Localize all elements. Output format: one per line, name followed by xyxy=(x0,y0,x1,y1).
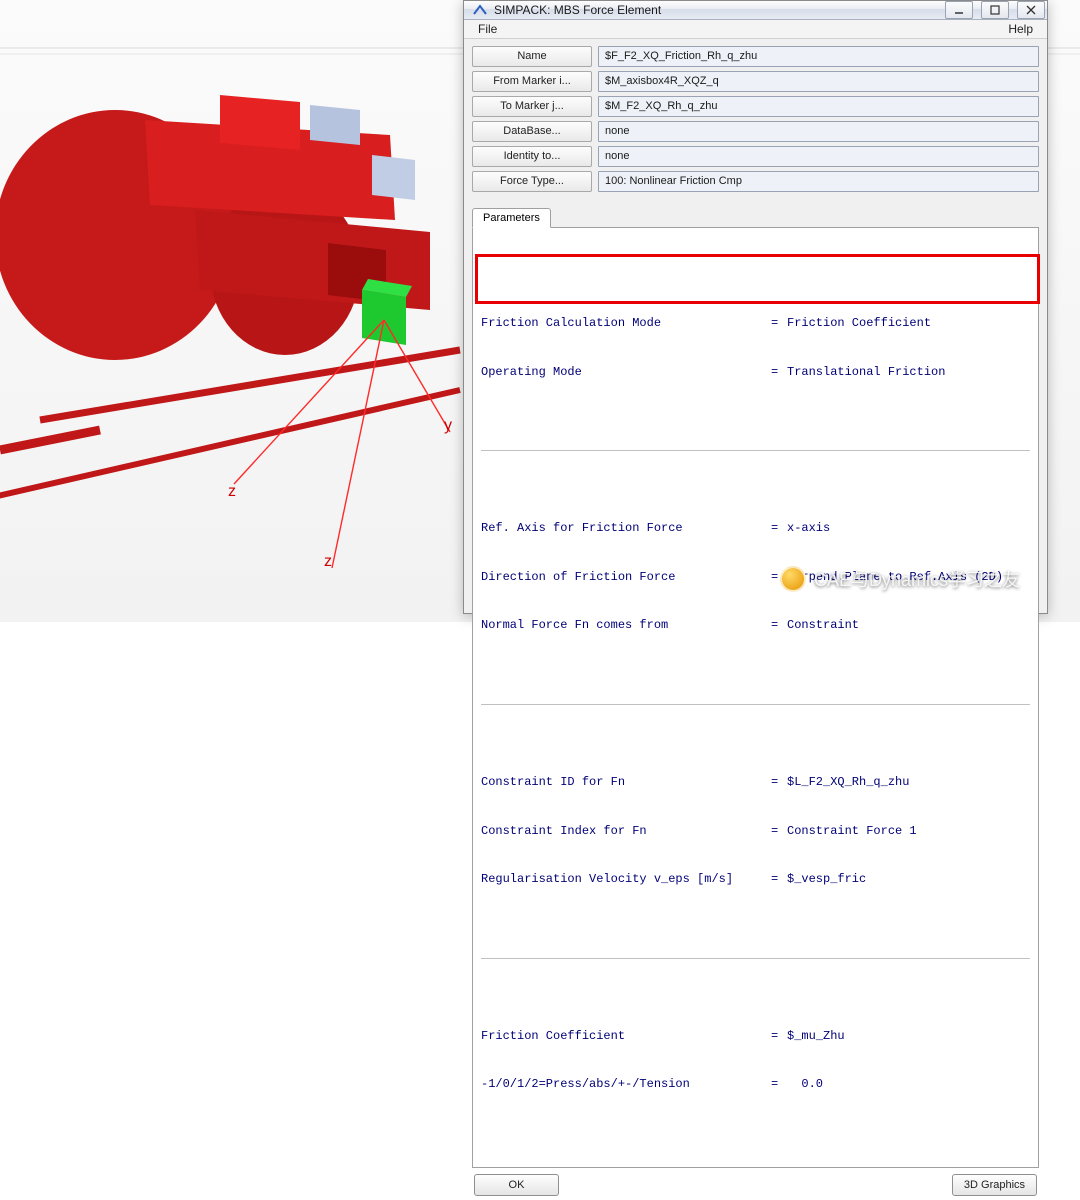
3d-graphics-button[interactable]: 3D Graphics xyxy=(952,1174,1037,1196)
menubar: File Help xyxy=(464,20,1047,39)
param-key: Direction of Friction Force xyxy=(481,569,771,585)
axis-y-label: y xyxy=(444,417,452,434)
label-force-type[interactable]: Force Type... xyxy=(472,171,592,192)
param-val: $L_F2_XQ_Rh_q_zhu xyxy=(787,774,909,790)
button-bar: OK 3D Graphics xyxy=(464,1174,1047,1200)
param-key: Normal Force Fn comes from xyxy=(481,617,771,633)
window-title: SIMPACK: MBS Force Element xyxy=(494,3,937,17)
label-identity-to[interactable]: Identity to... xyxy=(472,146,592,167)
label-to-marker[interactable]: To Marker j... xyxy=(472,96,592,117)
field-identity-to[interactable]: none xyxy=(598,146,1039,167)
param-key: Constraint ID for Fn xyxy=(481,774,771,790)
field-name[interactable]: $F_F2_XQ_Friction_Rh_q_zhu xyxy=(598,46,1039,67)
param-val: Constraint xyxy=(787,617,859,633)
param-val: 0.0 xyxy=(787,1076,823,1092)
maximize-button[interactable] xyxy=(981,1,1009,19)
param-key: Ref. Axis for Friction Force xyxy=(481,520,771,536)
param-val: Friction Coefficient xyxy=(787,315,931,331)
minimize-button[interactable] xyxy=(945,1,973,19)
watermark: CAE与Dynamics学习之友 xyxy=(780,566,1020,592)
close-button[interactable] xyxy=(1017,1,1045,19)
param-val: Translational Friction xyxy=(787,364,945,380)
param-val: $_vesp_fric xyxy=(787,871,866,887)
form-area: Name $F_F2_XQ_Friction_Rh_q_zhu From Mar… xyxy=(464,39,1047,197)
label-name[interactable]: Name xyxy=(472,46,592,67)
parameters-panel[interactable]: Friction Calculation Mode= Friction Coef… xyxy=(472,228,1039,1168)
label-database[interactable]: DataBase... xyxy=(472,121,592,142)
menu-help[interactable]: Help xyxy=(1000,20,1041,38)
param-key: Friction Coefficient xyxy=(481,1028,771,1044)
param-val: x-axis xyxy=(787,520,830,536)
param-val: $_mu_Zhu xyxy=(787,1028,845,1044)
param-val: Constraint Force 1 xyxy=(787,823,917,839)
axis-z-label-1: z xyxy=(228,483,236,500)
axis-z-label-2: z xyxy=(324,553,332,570)
param-key: Friction Calculation Mode xyxy=(481,315,771,331)
force-element-dialog: SIMPACK: MBS Force Element File Help Nam… xyxy=(463,0,1048,614)
field-from-marker[interactable]: $M_axisbox4R_XQZ_q xyxy=(598,71,1039,92)
param-key: -1/0/1/2=Press/abs/+-/Tension xyxy=(481,1076,771,1092)
field-database[interactable]: none xyxy=(598,121,1039,142)
param-key: Constraint Index for Fn xyxy=(481,823,771,839)
app-icon xyxy=(472,2,488,18)
ok-button[interactable]: OK xyxy=(474,1174,559,1196)
label-from-marker[interactable]: From Marker i... xyxy=(472,71,592,92)
field-force-type[interactable]: 100: Nonlinear Friction Cmp xyxy=(598,171,1039,192)
param-key: Operating Mode xyxy=(481,364,771,380)
watermark-icon xyxy=(780,566,806,592)
titlebar[interactable]: SIMPACK: MBS Force Element xyxy=(464,1,1047,20)
watermark-text: CAE与Dynamics学习之友 xyxy=(814,566,1020,592)
menu-file[interactable]: File xyxy=(470,20,505,38)
tab-strip: Parameters xyxy=(472,207,1039,228)
tab-parameters[interactable]: Parameters xyxy=(472,208,551,228)
field-to-marker[interactable]: $M_F2_XQ_Rh_q_zhu xyxy=(598,96,1039,117)
param-key: Regularisation Velocity v_eps [m/s] xyxy=(481,871,771,887)
